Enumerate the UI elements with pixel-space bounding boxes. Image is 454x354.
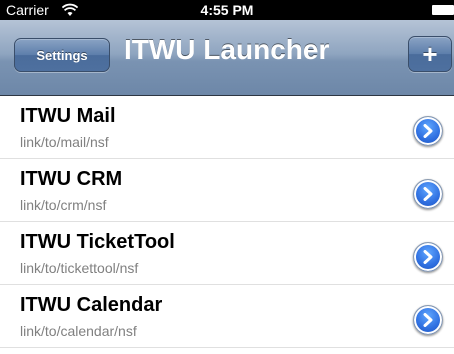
list-item-title: ITWU CRM bbox=[20, 168, 123, 190]
list-item-title: ITWU Calendar bbox=[20, 294, 163, 316]
list-item-subtitle: link/to/tickettool/nsf bbox=[20, 260, 139, 276]
list-item-subtitle: link/to/calendar/nsf bbox=[20, 323, 137, 339]
settings-button[interactable]: Settings bbox=[14, 38, 110, 72]
app-screen: Carrier 4:55 PM Settings ITWU Launcher +… bbox=[0, 0, 454, 354]
status-bar: Carrier 4:55 PM bbox=[0, 0, 454, 20]
list-item-title: ITWU Mail bbox=[20, 105, 116, 127]
page-title: ITWU Launcher bbox=[124, 34, 330, 65]
list-item-title: ITWU TicketTool bbox=[20, 231, 175, 253]
list-item-calendar[interactable]: ITWU Calendar link/to/calendar/nsf bbox=[0, 285, 454, 348]
navigation-bar: Settings ITWU Launcher + bbox=[0, 20, 454, 96]
list-item-crm[interactable]: ITWU CRM link/to/crm/nsf bbox=[0, 159, 454, 222]
detail-disclosure-icon[interactable] bbox=[413, 179, 443, 209]
list-item-subtitle: link/to/crm/nsf bbox=[20, 197, 107, 213]
battery-icon bbox=[432, 5, 454, 15]
launcher-list: ITWU Mail link/to/mail/nsf ITWU CRM link… bbox=[0, 96, 454, 348]
status-time: 4:55 PM bbox=[200, 2, 254, 18]
detail-disclosure-icon[interactable] bbox=[413, 116, 443, 146]
list-item-mail[interactable]: ITWU Mail link/to/mail/nsf bbox=[0, 96, 454, 159]
list-item-tickettool[interactable]: ITWU TicketTool link/to/tickettool/nsf bbox=[0, 222, 454, 285]
add-button[interactable]: + bbox=[408, 36, 452, 72]
list-item-subtitle: link/to/mail/nsf bbox=[20, 134, 109, 150]
detail-disclosure-icon[interactable] bbox=[413, 305, 443, 335]
detail-disclosure-icon[interactable] bbox=[413, 242, 443, 272]
